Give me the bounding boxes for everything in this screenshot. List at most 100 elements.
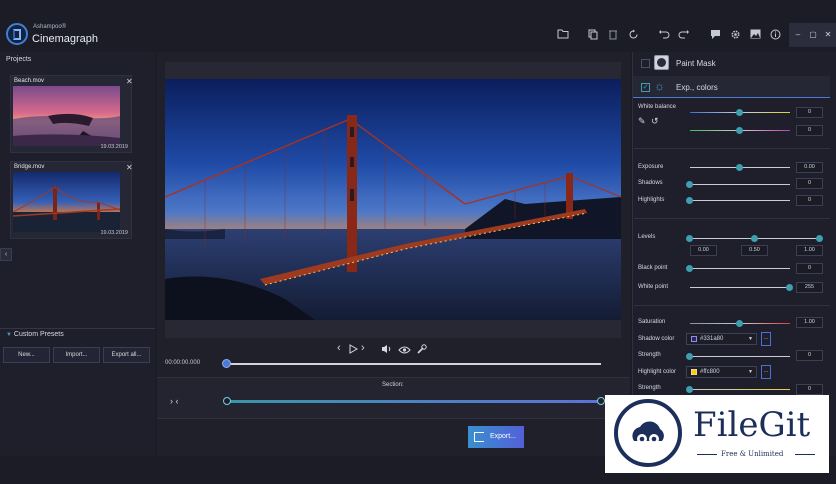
- strength2-label: Strength: [638, 385, 661, 391]
- sun-icon: ☼: [654, 79, 665, 93]
- divider: [634, 218, 830, 219]
- collapse-panel-button[interactable]: ‹: [0, 248, 12, 261]
- copy-icon[interactable]: [586, 29, 600, 43]
- exp-colors-checkbox[interactable]: ✓: [641, 83, 650, 92]
- import-preset-button[interactable]: Import...: [53, 347, 100, 363]
- wb-temperature-value[interactable]: 0: [796, 107, 823, 118]
- highlights-value[interactable]: 0: [796, 195, 823, 206]
- shadow-color-swatch: [691, 336, 697, 342]
- white-point-handle[interactable]: [786, 284, 793, 291]
- chevron-down-icon: ▼: [6, 332, 12, 338]
- shadow-strength-value[interactable]: 0: [796, 350, 823, 361]
- highlight-strength-slider[interactable]: [690, 389, 790, 390]
- chat-icon[interactable]: [708, 29, 722, 43]
- white-point-value[interactable]: 255: [796, 282, 823, 293]
- maximize-button[interactable]: ▢: [805, 23, 821, 47]
- export-all-presets-button[interactable]: Export all...: [103, 347, 150, 363]
- redo-icon[interactable]: [677, 29, 691, 43]
- black-point-handle[interactable]: [686, 265, 693, 272]
- shadows-slider[interactable]: [690, 184, 790, 185]
- highlights-label: Highlights: [638, 197, 665, 203]
- folder-icon[interactable]: [556, 29, 570, 43]
- exposure-label: Exposure: [638, 164, 664, 170]
- watermark-rule: [795, 454, 815, 455]
- black-point-slider[interactable]: [690, 268, 790, 269]
- shadows-value[interactable]: 0: [796, 178, 823, 189]
- shadow-strength-slider[interactable]: [690, 356, 790, 357]
- highlight-color-select[interactable]: #ffc800 ▼: [686, 366, 757, 378]
- section-start-handle[interactable]: [223, 397, 231, 405]
- presets-label: Custom Presets: [13, 331, 64, 338]
- trash-icon[interactable]: [606, 29, 620, 43]
- app-logo-icon: [6, 23, 28, 45]
- levels-white-handle[interactable]: [816, 235, 823, 242]
- timeline-playhead[interactable]: [222, 359, 231, 368]
- section-end-handle[interactable]: [597, 397, 605, 405]
- close-icon[interactable]: ✕: [126, 77, 133, 86]
- title-bar: [0, 0, 836, 52]
- watermark-subtitle: Free & Unlimited: [721, 450, 784, 458]
- exposure-handle[interactable]: [736, 164, 743, 171]
- divider: [634, 305, 830, 306]
- paint-mask-checkbox[interactable]: [641, 59, 650, 68]
- highlights-slider[interactable]: [690, 200, 790, 201]
- timeline-track[interactable]: [226, 363, 601, 365]
- wrench-icon[interactable]: [417, 344, 427, 357]
- wb-tint-value[interactable]: 0: [796, 125, 823, 136]
- white-balance-label: White balance: [638, 104, 677, 110]
- new-preset-button[interactable]: New...: [3, 347, 50, 363]
- eye-icon[interactable]: [398, 345, 411, 357]
- image-icon[interactable]: [748, 29, 762, 43]
- export-button[interactable]: Export...: [468, 426, 524, 448]
- volume-icon[interactable]: [381, 344, 392, 357]
- highlight-strength-handle[interactable]: [686, 386, 693, 393]
- saturation-value[interactable]: 1.00: [796, 317, 823, 328]
- shadow-color-picker-button[interactable]: ...: [761, 332, 771, 346]
- video-preview[interactable]: [165, 79, 621, 320]
- gear-icon[interactable]: [728, 29, 742, 43]
- reset-icon[interactable]: ↺: [651, 116, 659, 127]
- wb-tint-handle[interactable]: [736, 127, 743, 134]
- chevron-down-icon: ▼: [748, 336, 753, 342]
- prev-frame-icon[interactable]: ‹: [337, 342, 341, 354]
- highlights-handle[interactable]: [686, 197, 693, 204]
- watermark-rule: [697, 454, 717, 455]
- white-point-label: White point: [638, 284, 669, 290]
- highlight-strength-value[interactable]: 0: [796, 384, 823, 395]
- saturation-handle[interactable]: [736, 320, 743, 327]
- undo-icon[interactable]: [657, 29, 671, 43]
- refresh-icon[interactable]: [626, 29, 640, 43]
- info-icon[interactable]: [768, 29, 782, 43]
- white-point-slider[interactable]: [690, 287, 790, 288]
- section-expand-icon[interactable]: › ‹: [170, 396, 179, 406]
- project-thumbnail: [13, 86, 120, 146]
- eyedropper-icon[interactable]: ✎: [638, 116, 646, 127]
- close-button[interactable]: ✕: [820, 23, 836, 47]
- next-frame-icon[interactable]: ›: [361, 342, 365, 354]
- play-icon[interactable]: [349, 344, 359, 357]
- close-icon[interactable]: ✕: [126, 163, 133, 172]
- project-card[interactable]: Bridge.mov 19.03.2019: [10, 161, 132, 239]
- black-point-value[interactable]: 0: [796, 263, 823, 274]
- shadow-strength-handle[interactable]: [686, 353, 693, 360]
- minimize-button[interactable]: –: [790, 23, 806, 47]
- shadow-color-label: Shadow color: [638, 336, 675, 342]
- levels-black-value[interactable]: 0.00: [690, 245, 717, 256]
- shadow-color-select[interactable]: #331a80 ▼: [686, 333, 757, 345]
- levels-mid-handle[interactable]: [751, 235, 758, 242]
- project-card[interactable]: Beach.mov 19.03.2019: [10, 75, 132, 153]
- exposure-value[interactable]: 0.00: [796, 162, 823, 173]
- highlight-color-picker-button[interactable]: ...: [761, 365, 771, 379]
- chevron-down-icon: ▼: [748, 369, 753, 375]
- shadows-label: Shadows: [638, 180, 663, 186]
- shadows-handle[interactable]: [686, 181, 693, 188]
- levels-white-value[interactable]: 1.00: [796, 245, 823, 256]
- mask-icon: [654, 55, 669, 70]
- levels-black-handle[interactable]: [686, 235, 693, 242]
- presets-heading[interactable]: ▼ Custom Presets: [6, 331, 64, 338]
- project-thumbnail: [12, 172, 121, 232]
- project-date: 19.03.2019: [100, 230, 128, 236]
- levels-mid-value[interactable]: 0.50: [741, 245, 768, 256]
- wb-temperature-handle[interactable]: [736, 109, 743, 116]
- section-range-track[interactable]: [227, 400, 602, 403]
